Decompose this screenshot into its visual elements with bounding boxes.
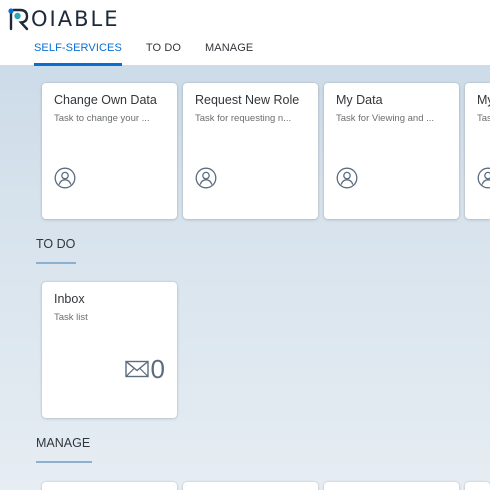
brand-logo[interactable]: OIABLE bbox=[8, 6, 119, 32]
tile-title: My bbox=[477, 93, 490, 107]
tile-subtitle: Task for requesting n... bbox=[195, 113, 292, 124]
section-divider bbox=[36, 461, 92, 463]
tile-my-data[interactable]: My Data Task for Viewing and ... bbox=[324, 83, 459, 219]
section-title-todo: TO DO bbox=[36, 237, 76, 251]
inbox-count: 0 bbox=[124, 354, 165, 384]
envelope-icon bbox=[124, 360, 149, 378]
tab-todo[interactable]: TO DO bbox=[146, 33, 181, 66]
tile-title: Change Own Data bbox=[54, 93, 157, 107]
section-divider bbox=[36, 262, 76, 264]
tile-manage-2[interactable] bbox=[183, 482, 318, 490]
tile-manage-3[interactable] bbox=[324, 482, 459, 490]
tile-inbox[interactable]: Inbox Task list 0 bbox=[42, 282, 177, 418]
tab-self-services[interactable]: SELF-SERVICES bbox=[34, 33, 122, 66]
tile-request-new-role[interactable]: Request New Role Task for requesting n..… bbox=[183, 83, 318, 219]
inbox-count-value: 0 bbox=[150, 354, 165, 384]
app-header: OIABLE SELF-SERVICES TO DO MANAGE bbox=[0, 0, 490, 66]
tile-subtitle: Task to change your ... bbox=[54, 113, 150, 124]
tab-bar: SELF-SERVICES TO DO MANAGE bbox=[34, 33, 277, 66]
tab-manage[interactable]: MANAGE bbox=[205, 33, 253, 66]
logo-text: OIABLE bbox=[31, 7, 120, 31]
tile-subtitle: Task for Viewing and ... bbox=[336, 113, 435, 124]
tile-title: Request New Role bbox=[195, 93, 300, 107]
user-icon bbox=[195, 167, 217, 189]
tile-manage-1[interactable] bbox=[42, 482, 177, 490]
user-icon bbox=[54, 167, 76, 189]
tile-title: Inbox bbox=[54, 292, 85, 306]
section-title-manage: MANAGE bbox=[36, 436, 91, 450]
tile-manage-4[interactable] bbox=[465, 482, 490, 490]
logo-mark-icon bbox=[8, 8, 29, 31]
tile-subtitle: Tas bbox=[477, 113, 490, 124]
user-icon bbox=[336, 167, 358, 189]
tile-title: My Data bbox=[336, 93, 383, 107]
tile-change-own-data[interactable]: Change Own Data Task to change your ... bbox=[42, 83, 177, 219]
tile-subtitle: Task list bbox=[54, 312, 88, 323]
user-icon bbox=[477, 167, 490, 189]
tile-my-partial[interactable]: My Tas bbox=[465, 83, 490, 219]
